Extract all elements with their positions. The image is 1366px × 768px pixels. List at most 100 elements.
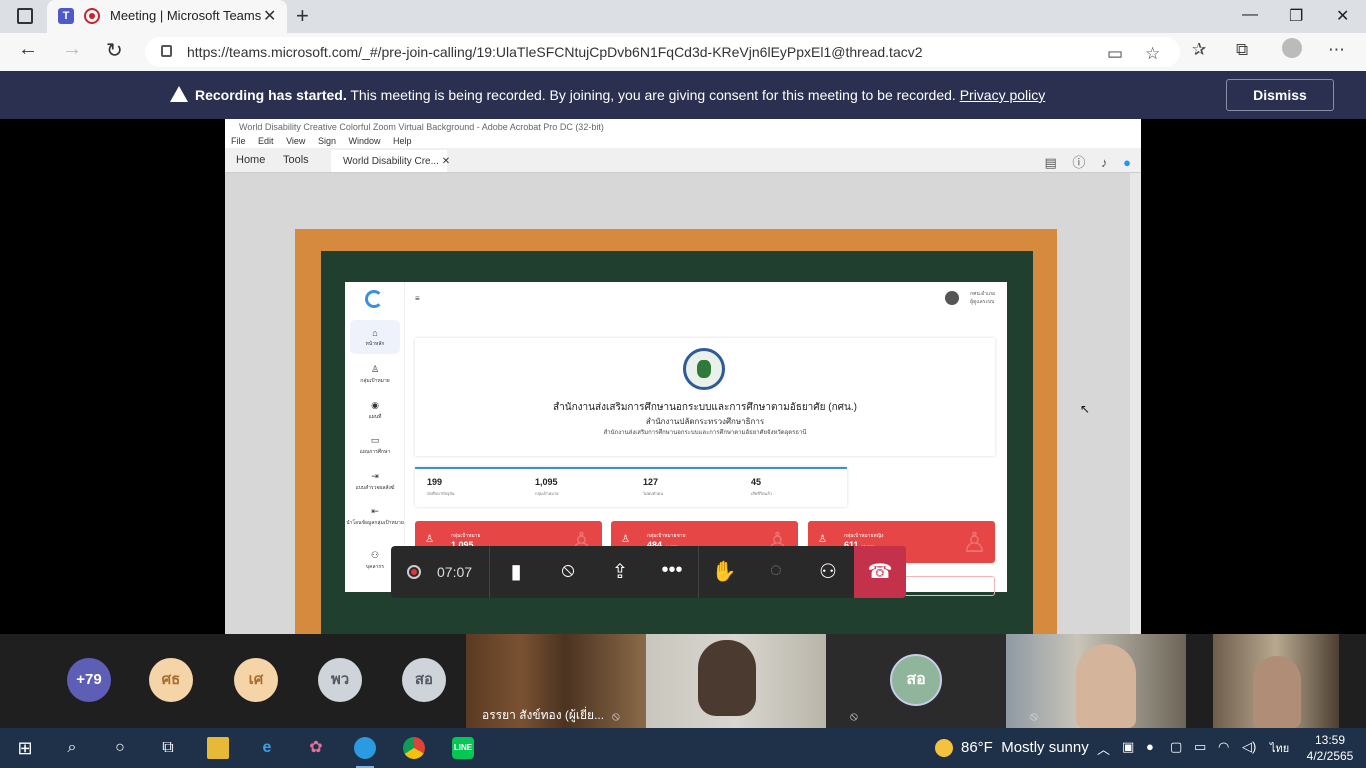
tab-actions-icon[interactable] xyxy=(17,8,33,24)
card-label: กลุ่มเป้าหมายชาย xyxy=(647,533,686,539)
banner-message: Recording has started. This meeting is b… xyxy=(195,87,1045,103)
file-explorer-icon[interactable] xyxy=(207,737,229,759)
internet-explorer-icon[interactable]: e xyxy=(256,737,278,759)
chrome-icon[interactable] xyxy=(403,737,425,759)
paint-icon[interactable]: ✿ xyxy=(305,737,327,759)
folder-icon: ▭ xyxy=(370,435,380,445)
language-indicator[interactable]: ไทย xyxy=(1270,739,1289,757)
more-options-icon[interactable]: ⋯ xyxy=(1328,40,1345,60)
profile-avatar-icon[interactable] xyxy=(1282,38,1302,58)
stat-target-group: 1,095 กลุ่มเป้าหมาย xyxy=(535,477,559,497)
participant-video-tile[interactable]: ⦸ xyxy=(1006,634,1186,728)
participants-button[interactable]: ⚇ xyxy=(814,559,842,584)
acrobat-menu-bar: File Edit View Sign Window Help xyxy=(225,134,1141,148)
acrobat-menu-edit: Edit xyxy=(258,136,274,146)
participant-video-tile[interactable] xyxy=(646,634,826,728)
user-icon: ♙ xyxy=(370,364,380,374)
battery-icon[interactable]: ▭ xyxy=(1194,739,1206,755)
wifi-icon[interactable]: ◠ xyxy=(1218,739,1229,755)
sidebar-item-home: ⌂ หน้าหลัก xyxy=(350,320,400,354)
windows-start-icon[interactable]: ⊞ xyxy=(14,737,36,759)
close-tab-icon[interactable]: ✕ xyxy=(263,6,276,26)
tray-chevron-icon[interactable]: ︿ xyxy=(1097,739,1110,758)
acrobat-doc-tab: World Disability Cre... ✕ xyxy=(331,150,450,172)
participant-name: อรรยา สังข์ทอง (ผู้เยี่ย... xyxy=(482,708,605,722)
participant-tile-speaking[interactable]: สอ ⦸ xyxy=(826,634,1006,728)
edge-icon[interactable] xyxy=(354,737,376,759)
participant-video-tile[interactable] xyxy=(1213,634,1339,728)
more-actions-button[interactable]: ••• xyxy=(658,559,686,582)
overflow-participants-button[interactable]: +79 xyxy=(67,658,111,702)
browser-tab-teams[interactable]: T Meeting | Microsoft Teams ✕ xyxy=(47,0,287,33)
clock-date: 4/2/2565 xyxy=(1306,749,1354,763)
acrobat-menu-sign: Sign xyxy=(317,136,336,146)
camera-button[interactable]: ▮ xyxy=(502,559,530,584)
url-input[interactable]: https://teams.microsoft.com/_#/pre-join-… xyxy=(145,37,1180,67)
privacy-policy-link[interactable]: Privacy policy xyxy=(960,87,1046,103)
new-tab-icon[interactable]: + xyxy=(296,3,309,29)
back-icon[interactable]: ← xyxy=(18,38,38,61)
line-icon[interactable]: LINE xyxy=(452,737,474,759)
task-view-icon[interactable]: ⧉ xyxy=(157,737,179,759)
participant-gallery: +79 ศธ เศ พว สอ อรรยา สังข์ทอง (ผู้เยี่ย… xyxy=(0,634,1366,728)
organization-card: สำนักงานส่งเสริมการศึกษานอกระบบและการศึก… xyxy=(415,338,995,456)
user-icon: ♙ xyxy=(818,534,827,545)
mic-muted-button[interactable]: ⦸ xyxy=(554,559,582,582)
acrobat-tab-home: Home xyxy=(236,154,266,166)
volume-icon[interactable]: ◁) xyxy=(1242,739,1256,755)
participant-video-tile[interactable]: อรรยา สังข์ทอง (ผู้เยี่ย... ⦸ xyxy=(466,634,646,728)
hang-up-button[interactable]: ☎ xyxy=(854,546,906,598)
stat-label: ไม่พบตัวตน xyxy=(643,491,663,496)
taskbar-clock[interactable]: 13:59 4/2/2565 xyxy=(1303,732,1357,764)
sidebar-item-target-group: ♙ กลุ่มเป้าหมาย xyxy=(345,364,405,385)
share-screen-button[interactable]: ⇪ xyxy=(606,559,634,584)
weather-widget[interactable]: 86°F Mostly sunny xyxy=(935,739,1089,758)
participant-avatar[interactable]: พว xyxy=(318,658,362,702)
logout-icon: ⇥ xyxy=(371,471,379,481)
favorites-icon[interactable]: ✰ xyxy=(1192,40,1206,60)
participant-avatar[interactable]: เศ xyxy=(234,658,278,702)
raise-hand-button[interactable]: ✋ xyxy=(710,559,738,584)
temperature: 86°F xyxy=(961,739,993,756)
call-timer: 07:07 xyxy=(437,564,473,580)
close-window-icon[interactable]: ✕ xyxy=(1336,6,1349,26)
chat-button[interactable]: ◌ xyxy=(762,559,790,582)
card-bg-user-icon: ♙ xyxy=(961,527,987,558)
participant-avatar[interactable]: สอ xyxy=(402,658,446,702)
camera-blocked-icon[interactable]: ▭ xyxy=(1107,44,1123,64)
microphone-icon[interactable]: ● xyxy=(1146,739,1154,754)
meet-now-icon[interactable]: ▢ xyxy=(1170,739,1182,755)
tray-app-icon[interactable]: ▣ xyxy=(1122,739,1134,755)
dashboard-user: กศน.อำเภอ ผู้ดูแลระบบ xyxy=(970,290,995,306)
weather-text: Mostly sunny xyxy=(1001,739,1089,756)
stat-label: เสียชีวิตแล้ว xyxy=(751,491,772,496)
acrobat-toolbar-icons: ▤ ⓘ ♪ ● xyxy=(1032,152,1131,171)
recording-banner: Recording has started. This meeting is b… xyxy=(0,71,1366,119)
dismiss-button[interactable]: Dismiss xyxy=(1226,79,1334,111)
account-icon: ● xyxy=(1123,155,1131,170)
stats-bar: 199 นักศึกษาปัจจุบัน 1,095 กลุ่มเป้าหมาย 1… xyxy=(415,467,847,507)
mic-muted-icon: ⦸ xyxy=(850,709,858,723)
forward-icon[interactable]: → xyxy=(62,38,82,61)
recording-icon xyxy=(407,565,421,579)
browser-tab-bar: T Meeting | Microsoft Teams ✕ + — ❐ ✕ xyxy=(0,0,1366,33)
sidebar-item-label: นำโอนข้อมูลกลุ่มเป้าหมาย xyxy=(346,520,404,526)
collections-icon[interactable]: ⧉ xyxy=(1236,40,1248,60)
minimize-icon[interactable]: — xyxy=(1242,6,1258,24)
warning-icon xyxy=(170,86,188,102)
acrobat-window-title: World Disability Creative Colorful Zoom … xyxy=(225,119,1141,134)
cortana-icon[interactable]: ○ xyxy=(109,737,131,759)
participant-avatar[interactable]: ศธ xyxy=(149,658,193,702)
add-favorite-icon[interactable]: ☆ xyxy=(1145,44,1160,64)
url-text: https://teams.microsoft.com/_#/pre-join-… xyxy=(187,44,923,60)
sidebar-item-label: กลุ่มเป้าหมาย xyxy=(360,378,390,384)
stat-deceased: 45 เสียชีวิตแล้ว xyxy=(751,477,772,497)
stat-value: 1,095 xyxy=(535,477,558,487)
dashboard-user-name: กศน.อำเภอ xyxy=(970,291,995,297)
refresh-icon[interactable]: ↻ xyxy=(106,38,123,63)
restore-icon[interactable]: ❐ xyxy=(1289,6,1303,26)
login-icon: ⇤ xyxy=(371,506,379,516)
search-icon[interactable]: ⌕ xyxy=(61,737,83,759)
bell-icon: ♪ xyxy=(1101,155,1108,170)
acrobat-scrollbar xyxy=(1130,173,1141,634)
